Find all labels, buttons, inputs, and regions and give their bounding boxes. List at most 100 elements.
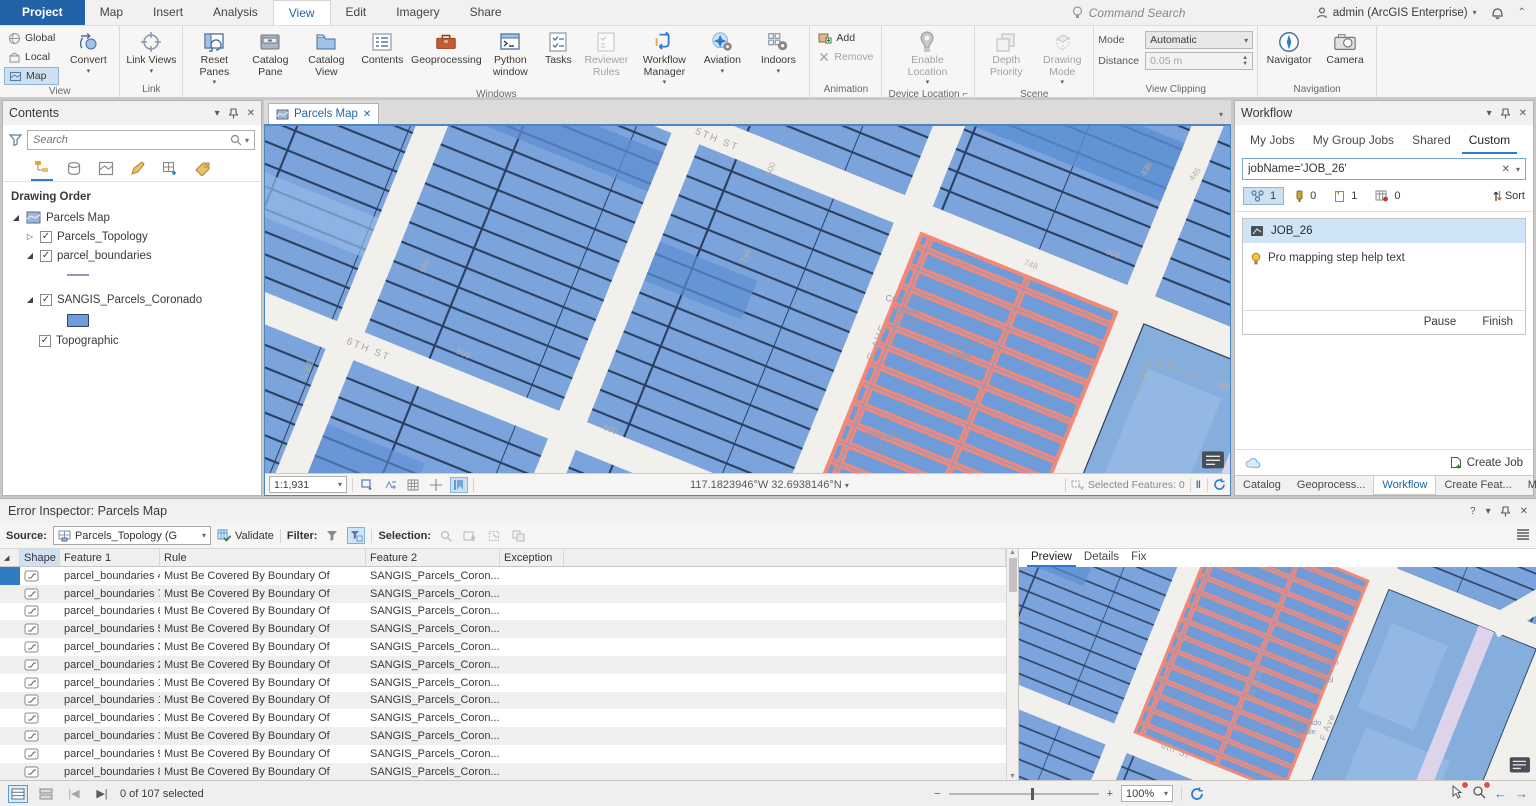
- zoom-percent-combo[interactable]: 100%▾: [1121, 785, 1173, 802]
- error-table-row[interactable]: parcel_boundaries 6 Must Be Covered By B…: [0, 603, 1006, 621]
- pause-job-button[interactable]: Pause: [1424, 316, 1457, 328]
- indoors-button[interactable]: Indoors▾: [751, 28, 805, 77]
- layer-parcels-topology[interactable]: ▷ ✓ Parcels_Topology: [3, 227, 261, 246]
- navigator-button[interactable]: Navigator: [1262, 28, 1316, 69]
- holds-count[interactable]: 0: [1288, 188, 1323, 205]
- crosshair-icon[interactable]: [427, 477, 445, 493]
- sangis-polygon-symbol[interactable]: [3, 309, 261, 331]
- tab-insert[interactable]: Insert: [138, 0, 198, 25]
- dock-tab-modify-features[interactable]: Modify Feat...: [1520, 476, 1536, 495]
- zoom-to-selection-icon[interactable]: [437, 527, 455, 544]
- catalog-pane-button[interactable]: Catalog Pane: [243, 28, 297, 80]
- pin-icon[interactable]: [1501, 506, 1510, 517]
- expander-icon[interactable]: ◢: [25, 251, 35, 260]
- job-query-box[interactable]: ✕ ▾: [1242, 158, 1526, 180]
- layer-topographic[interactable]: ✓ Topographic: [3, 331, 261, 350]
- tab-project[interactable]: Project: [0, 0, 85, 25]
- back-arrow-icon[interactable]: ←: [1494, 786, 1507, 801]
- sort-button[interactable]: Sort: [1493, 190, 1525, 202]
- error-table-row[interactable]: parcel_boundaries 3 Must Be Covered By B…: [0, 638, 1006, 656]
- contents-search-box[interactable]: ▾: [27, 130, 255, 150]
- selected-features-status[interactable]: Selected Features: 0: [1071, 479, 1185, 491]
- workflow-tab-my-group-jobs[interactable]: My Group Jobs: [1306, 131, 1401, 154]
- refresh-icon[interactable]: [1190, 787, 1204, 801]
- overdue-count[interactable]: 0: [1368, 188, 1407, 204]
- row-marker-header[interactable]: ◢: [0, 549, 20, 566]
- last-record-icon[interactable]: ▶|: [92, 785, 112, 803]
- python-window-button[interactable]: Python window: [483, 28, 537, 80]
- dock-tab-workflow[interactable]: Workflow: [1373, 476, 1436, 495]
- layer-checkbox[interactable]: ✓: [40, 250, 52, 262]
- tab-imagery[interactable]: Imagery: [381, 0, 454, 25]
- pin-icon[interactable]: [229, 108, 238, 119]
- pin-icon[interactable]: [1501, 108, 1510, 119]
- pan-to-selection-icon[interactable]: [461, 527, 479, 544]
- geoprocessing-button[interactable]: Geoprocessing: [411, 28, 481, 69]
- zoom-notification-icon[interactable]: [1472, 785, 1486, 802]
- table-view-icon[interactable]: [8, 785, 28, 803]
- layer-sangis-parcels[interactable]: ◢ ✓ SANGIS_Parcels_Coronado: [3, 290, 261, 309]
- expander-icon[interactable]: ◢: [11, 213, 21, 222]
- depth-priority-button[interactable]: Depth Priority: [979, 28, 1033, 80]
- table-scrollbar[interactable]: ▲▼: [1006, 549, 1018, 780]
- forward-arrow-icon[interactable]: →: [1515, 786, 1528, 801]
- convert-button[interactable]: Convert▾: [61, 28, 115, 77]
- column-header-rule[interactable]: Rule: [160, 549, 366, 566]
- tab-edit[interactable]: Edit: [331, 0, 382, 25]
- close-pane-icon[interactable]: ✕: [247, 108, 255, 119]
- global-button[interactable]: Global: [4, 29, 59, 47]
- drawing-mode-button[interactable]: Drawing Mode▾: [1035, 28, 1089, 88]
- tab-analysis[interactable]: Analysis: [198, 0, 273, 25]
- validate-button[interactable]: Validate: [217, 529, 274, 542]
- workflow-manager-button[interactable]: Workflow Manager▾: [635, 28, 693, 88]
- list-by-data-source-tab[interactable]: [63, 159, 85, 181]
- workflow-tab-custom[interactable]: Custom: [1462, 131, 1517, 154]
- zoom-slider-thumb[interactable]: [1031, 788, 1034, 800]
- tab-overflow-chevron-icon[interactable]: ▾: [1211, 106, 1231, 124]
- error-table-row[interactable]: parcel_boundaries 16 Must Be Covered By …: [0, 709, 1006, 727]
- workflow-tab-shared[interactable]: Shared: [1405, 131, 1458, 154]
- map-tab-parcels-map[interactable]: Parcels Map ✕: [268, 103, 379, 124]
- clear-selection-icon[interactable]: [509, 527, 527, 544]
- close-map-tab-icon[interactable]: ✕: [363, 109, 371, 120]
- catalog-view-button[interactable]: Catalog View: [299, 28, 353, 80]
- tab-map[interactable]: Map: [85, 0, 138, 25]
- dock-tab-create-features[interactable]: Create Feat...: [1436, 476, 1519, 495]
- dock-tab-catalog[interactable]: Catalog: [1235, 476, 1289, 495]
- pane-menu-chevron-icon[interactable]: ▾: [1487, 108, 1492, 119]
- error-table-row[interactable]: parcel_boundaries 4 Must Be Covered By B…: [0, 567, 1006, 585]
- boundaries-line-symbol[interactable]: [3, 265, 261, 284]
- tasks-button[interactable]: Tasks: [539, 28, 577, 69]
- create-job-button[interactable]: Create Job: [1450, 456, 1523, 469]
- column-header-exception[interactable]: Exception: [500, 549, 564, 566]
- job-query-input[interactable]: [1248, 163, 1502, 175]
- pane-menu-chevron-icon[interactable]: ▾: [1486, 506, 1491, 517]
- error-table-row[interactable]: parcel_boundaries 8 Must Be Covered By B…: [0, 763, 1006, 780]
- zoom-out-icon[interactable]: −: [934, 788, 940, 800]
- layer-checkbox[interactable]: ✓: [40, 231, 52, 243]
- list-by-labeling-tab[interactable]: [191, 159, 213, 181]
- map-scale-combo[interactable]: 1:1,931▾: [269, 476, 347, 493]
- clipping-distance-input[interactable]: 0.05 m▲▼: [1145, 52, 1253, 70]
- query-chevron-icon[interactable]: ▾: [1516, 165, 1520, 174]
- user-menu[interactable]: admin (ArcGIS Enterprise) ▾: [1316, 7, 1477, 19]
- map-view-button[interactable]: Map: [4, 67, 59, 85]
- list-by-drawing-order-tab[interactable]: [31, 159, 53, 181]
- fix-tab[interactable]: Fix: [1127, 551, 1150, 567]
- close-pane-icon[interactable]: ✕: [1519, 108, 1527, 119]
- animation-add-button[interactable]: Add: [814, 29, 877, 47]
- notifications-bell-icon[interactable]: [1491, 6, 1504, 20]
- expander-icon[interactable]: ◢: [25, 295, 35, 304]
- preview-tab[interactable]: Preview: [1027, 551, 1076, 567]
- pause-drawing-icon[interactable]: ‖: [1196, 479, 1202, 491]
- first-record-icon[interactable]: |◀: [64, 785, 84, 803]
- layer-checkbox[interactable]: ✓: [39, 335, 51, 347]
- command-search-input[interactable]: Command Search: [1072, 6, 1302, 20]
- dock-tab-geoprocessing[interactable]: Geoprocess...: [1289, 476, 1373, 495]
- grid-icon[interactable]: [404, 477, 422, 493]
- error-table-row[interactable]: parcel_boundaries 15 Must Be Covered By …: [0, 692, 1006, 710]
- layer-parcel-boundaries[interactable]: ◢ ✓ parcel_boundaries: [3, 246, 261, 265]
- list-by-snapping-tab[interactable]: [159, 159, 181, 181]
- enable-location-button[interactable]: Enable Location▾: [896, 28, 958, 88]
- map-canvas[interactable]: 5TH ST 6TH ST 5TH ST I AVE G AVE F AVE 5…: [265, 126, 1230, 473]
